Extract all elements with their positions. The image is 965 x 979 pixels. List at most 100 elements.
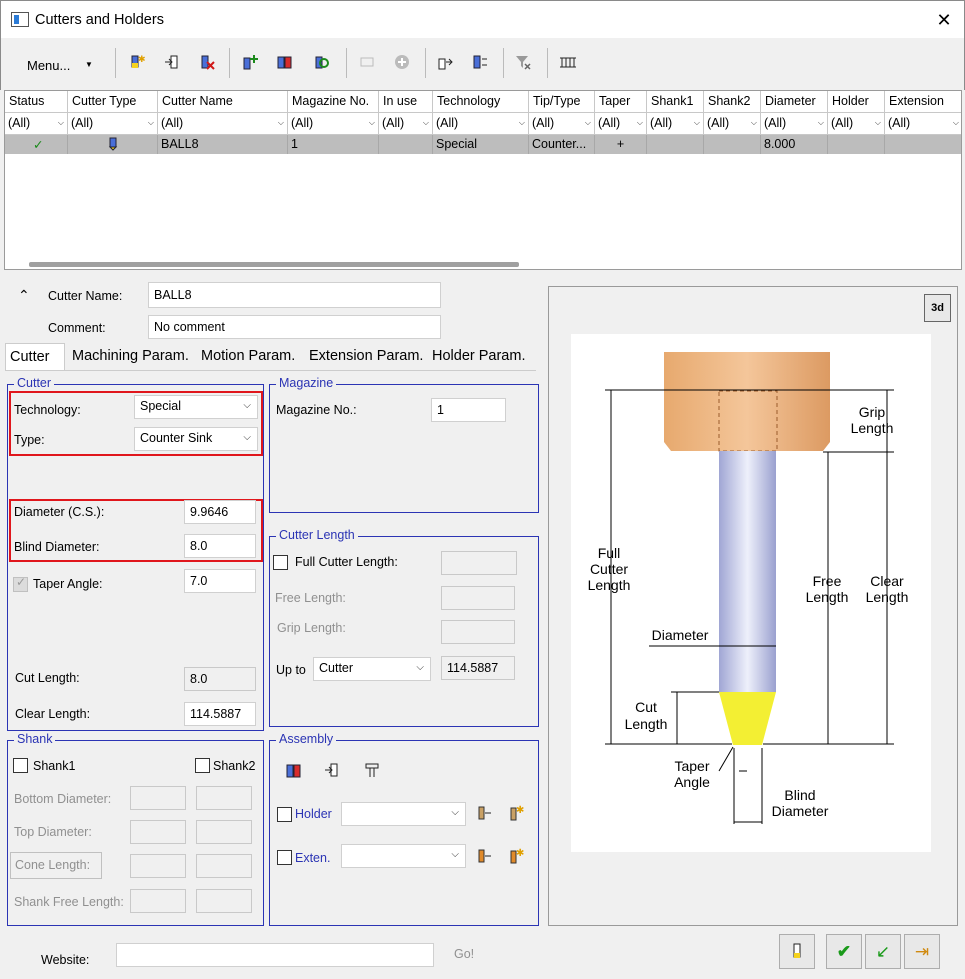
shank2-checkbox[interactable] xyxy=(195,758,210,773)
website-label: Website: xyxy=(41,953,90,967)
table-cell[interactable]: + xyxy=(595,135,647,154)
tab-machining-param[interactable]: Machining Param. xyxy=(68,343,193,370)
table-cell[interactable] xyxy=(379,135,433,154)
clear-length-input[interactable] xyxy=(184,702,256,726)
technology-select[interactable]: Special ⌵ xyxy=(134,395,258,419)
column-filter[interactable]: (All) ⌵ xyxy=(68,113,158,135)
apply-button[interactable]: ↙ xyxy=(865,934,901,969)
up-to-result xyxy=(441,656,515,680)
export-icon[interactable] xyxy=(434,53,456,75)
comment-input[interactable] xyxy=(148,315,441,339)
table-cell[interactable] xyxy=(68,135,158,154)
technology-value: Special xyxy=(140,399,181,413)
chevron-down-icon: ⌵ xyxy=(147,118,154,127)
exit-button[interactable]: ⇥ xyxy=(904,934,940,969)
column-filter[interactable]: (All) ⌵ xyxy=(529,113,595,135)
table-cell[interactable]: Counter... xyxy=(529,135,595,154)
horizontal-scrollbar[interactable] xyxy=(29,262,519,267)
column-header-tip-type[interactable]: Tip/Type xyxy=(529,91,595,113)
svg-text:Cutter: Cutter xyxy=(590,561,628,577)
column-filter[interactable]: (All) ⌵ xyxy=(379,113,433,135)
column-header-status[interactable]: Status xyxy=(5,91,68,113)
table-cell[interactable] xyxy=(885,135,961,154)
tab-extension-param[interactable]: Extension Param. xyxy=(305,343,427,370)
column-filter[interactable]: (All) ⌵ xyxy=(885,113,961,135)
tab-holder-param[interactable]: Holder Param. xyxy=(428,343,529,370)
assembly-import-icon[interactable] xyxy=(323,761,341,782)
column-filter[interactable]: (All) ⌵ xyxy=(761,113,828,135)
close-button[interactable]: ✕ xyxy=(931,7,957,33)
exten-checkbox[interactable] xyxy=(277,850,292,865)
tab-cutter[interactable]: Cutter xyxy=(5,343,65,370)
column-filter[interactable]: (All) ⌵ xyxy=(5,113,68,135)
holder-checkbox[interactable] xyxy=(277,807,292,822)
column-header-diameter[interactable]: Diameter xyxy=(761,91,828,113)
taper-angle-input[interactable] xyxy=(184,569,256,593)
holder-insert-icon[interactable] xyxy=(475,804,493,825)
magazine-no-input[interactable] xyxy=(431,398,506,422)
assembly-tool-icon[interactable] xyxy=(362,761,380,782)
exten-new-icon[interactable]: ✱ xyxy=(507,847,525,868)
holder-select[interactable]: ⌵ xyxy=(341,802,466,826)
edit-icon[interactable] xyxy=(310,53,332,75)
column-filter[interactable]: (All) ⌵ xyxy=(433,113,529,135)
copy-icon[interactable] xyxy=(274,53,296,75)
ok-button[interactable]: ✔ xyxy=(826,934,862,969)
holder-label[interactable]: Holder xyxy=(295,807,332,821)
menu-dropdown-icon[interactable]: ▼ xyxy=(85,60,93,69)
table-cell[interactable] xyxy=(647,135,704,154)
table-cell[interactable] xyxy=(704,135,761,154)
column-filter[interactable]: (All) ⌵ xyxy=(288,113,379,135)
shank1-checkbox[interactable] xyxy=(13,758,28,773)
table-cell[interactable]: Special xyxy=(433,135,529,154)
column-header-cutter-type[interactable]: Cutter Type xyxy=(68,91,158,113)
table-cell[interactable]: 1 xyxy=(288,135,379,154)
filter-value: (All) xyxy=(436,116,459,130)
table-cell[interactable] xyxy=(828,135,885,154)
filter-value: (All) xyxy=(650,116,673,130)
chevron-down-icon: ⌵ xyxy=(952,118,959,127)
type-select[interactable]: Counter Sink ⌵ xyxy=(134,427,258,451)
exten-select[interactable]: ⌵ xyxy=(341,844,466,868)
column-header-shank1[interactable]: Shank1 xyxy=(647,91,704,113)
exten-insert-icon[interactable] xyxy=(475,847,493,868)
tab-motion-param[interactable]: Motion Param. xyxy=(197,343,299,370)
table-cell[interactable]: 8.000 xyxy=(761,135,828,154)
full-cutter-length-checkbox[interactable] xyxy=(273,555,288,570)
website-input[interactable] xyxy=(116,943,434,967)
delete-cutter-icon[interactable] xyxy=(196,53,218,75)
column-header-holder[interactable]: Holder xyxy=(828,91,885,113)
add-icon[interactable] xyxy=(239,53,261,75)
column-header-technology[interactable]: Technology xyxy=(433,91,529,113)
diameter-input[interactable] xyxy=(184,500,256,524)
holder-new-icon[interactable]: ✱ xyxy=(507,804,525,825)
import-cutter-icon[interactable] xyxy=(161,53,183,75)
column-filter[interactable]: (All) ⌵ xyxy=(595,113,647,135)
blind-diameter-input[interactable] xyxy=(184,534,256,558)
collapse-icon[interactable]: ⌃ xyxy=(18,287,30,304)
cutter-info-button[interactable] xyxy=(779,934,815,969)
column-filter[interactable]: (All) ⌵ xyxy=(647,113,704,135)
table-cell[interactable]: ✓ xyxy=(5,135,68,154)
column-header-shank2[interactable]: Shank2 xyxy=(704,91,761,113)
column-header-cutter-name[interactable]: Cutter Name xyxy=(158,91,288,113)
clear-filter-icon[interactable] xyxy=(512,53,534,75)
column-filter[interactable]: (All) ⌵ xyxy=(158,113,288,135)
menu-button[interactable]: Menu... xyxy=(27,58,70,73)
up-to-select[interactable]: Cutter ⌵ xyxy=(313,657,431,681)
column-header-taper[interactable]: Taper xyxy=(595,91,647,113)
column-filter[interactable]: (All) ⌵ xyxy=(828,113,885,135)
settings-icon[interactable] xyxy=(557,53,579,75)
column-header-extension[interactable]: Extension xyxy=(885,91,961,113)
column-header-magazine-no-[interactable]: Magazine No. xyxy=(288,91,379,113)
cutter-name-input[interactable] xyxy=(148,282,441,308)
column-header-in-use[interactable]: In use xyxy=(379,91,433,113)
new-cutter-icon[interactable]: ✱ xyxy=(125,53,147,75)
exten-label[interactable]: Exten. xyxy=(295,851,330,865)
assembly-edit-icon[interactable] xyxy=(285,761,303,782)
table-cell[interactable]: BALL8 xyxy=(158,135,288,154)
view-3d-button[interactable]: 3d xyxy=(924,294,951,322)
column-filter[interactable]: (All) ⌵ xyxy=(704,113,761,135)
swap-icon[interactable] xyxy=(469,53,491,75)
cutters-table[interactable]: Status (All) ⌵ ✓ Cutter Type (All) ⌵ Cutter Nam… xyxy=(4,90,962,270)
